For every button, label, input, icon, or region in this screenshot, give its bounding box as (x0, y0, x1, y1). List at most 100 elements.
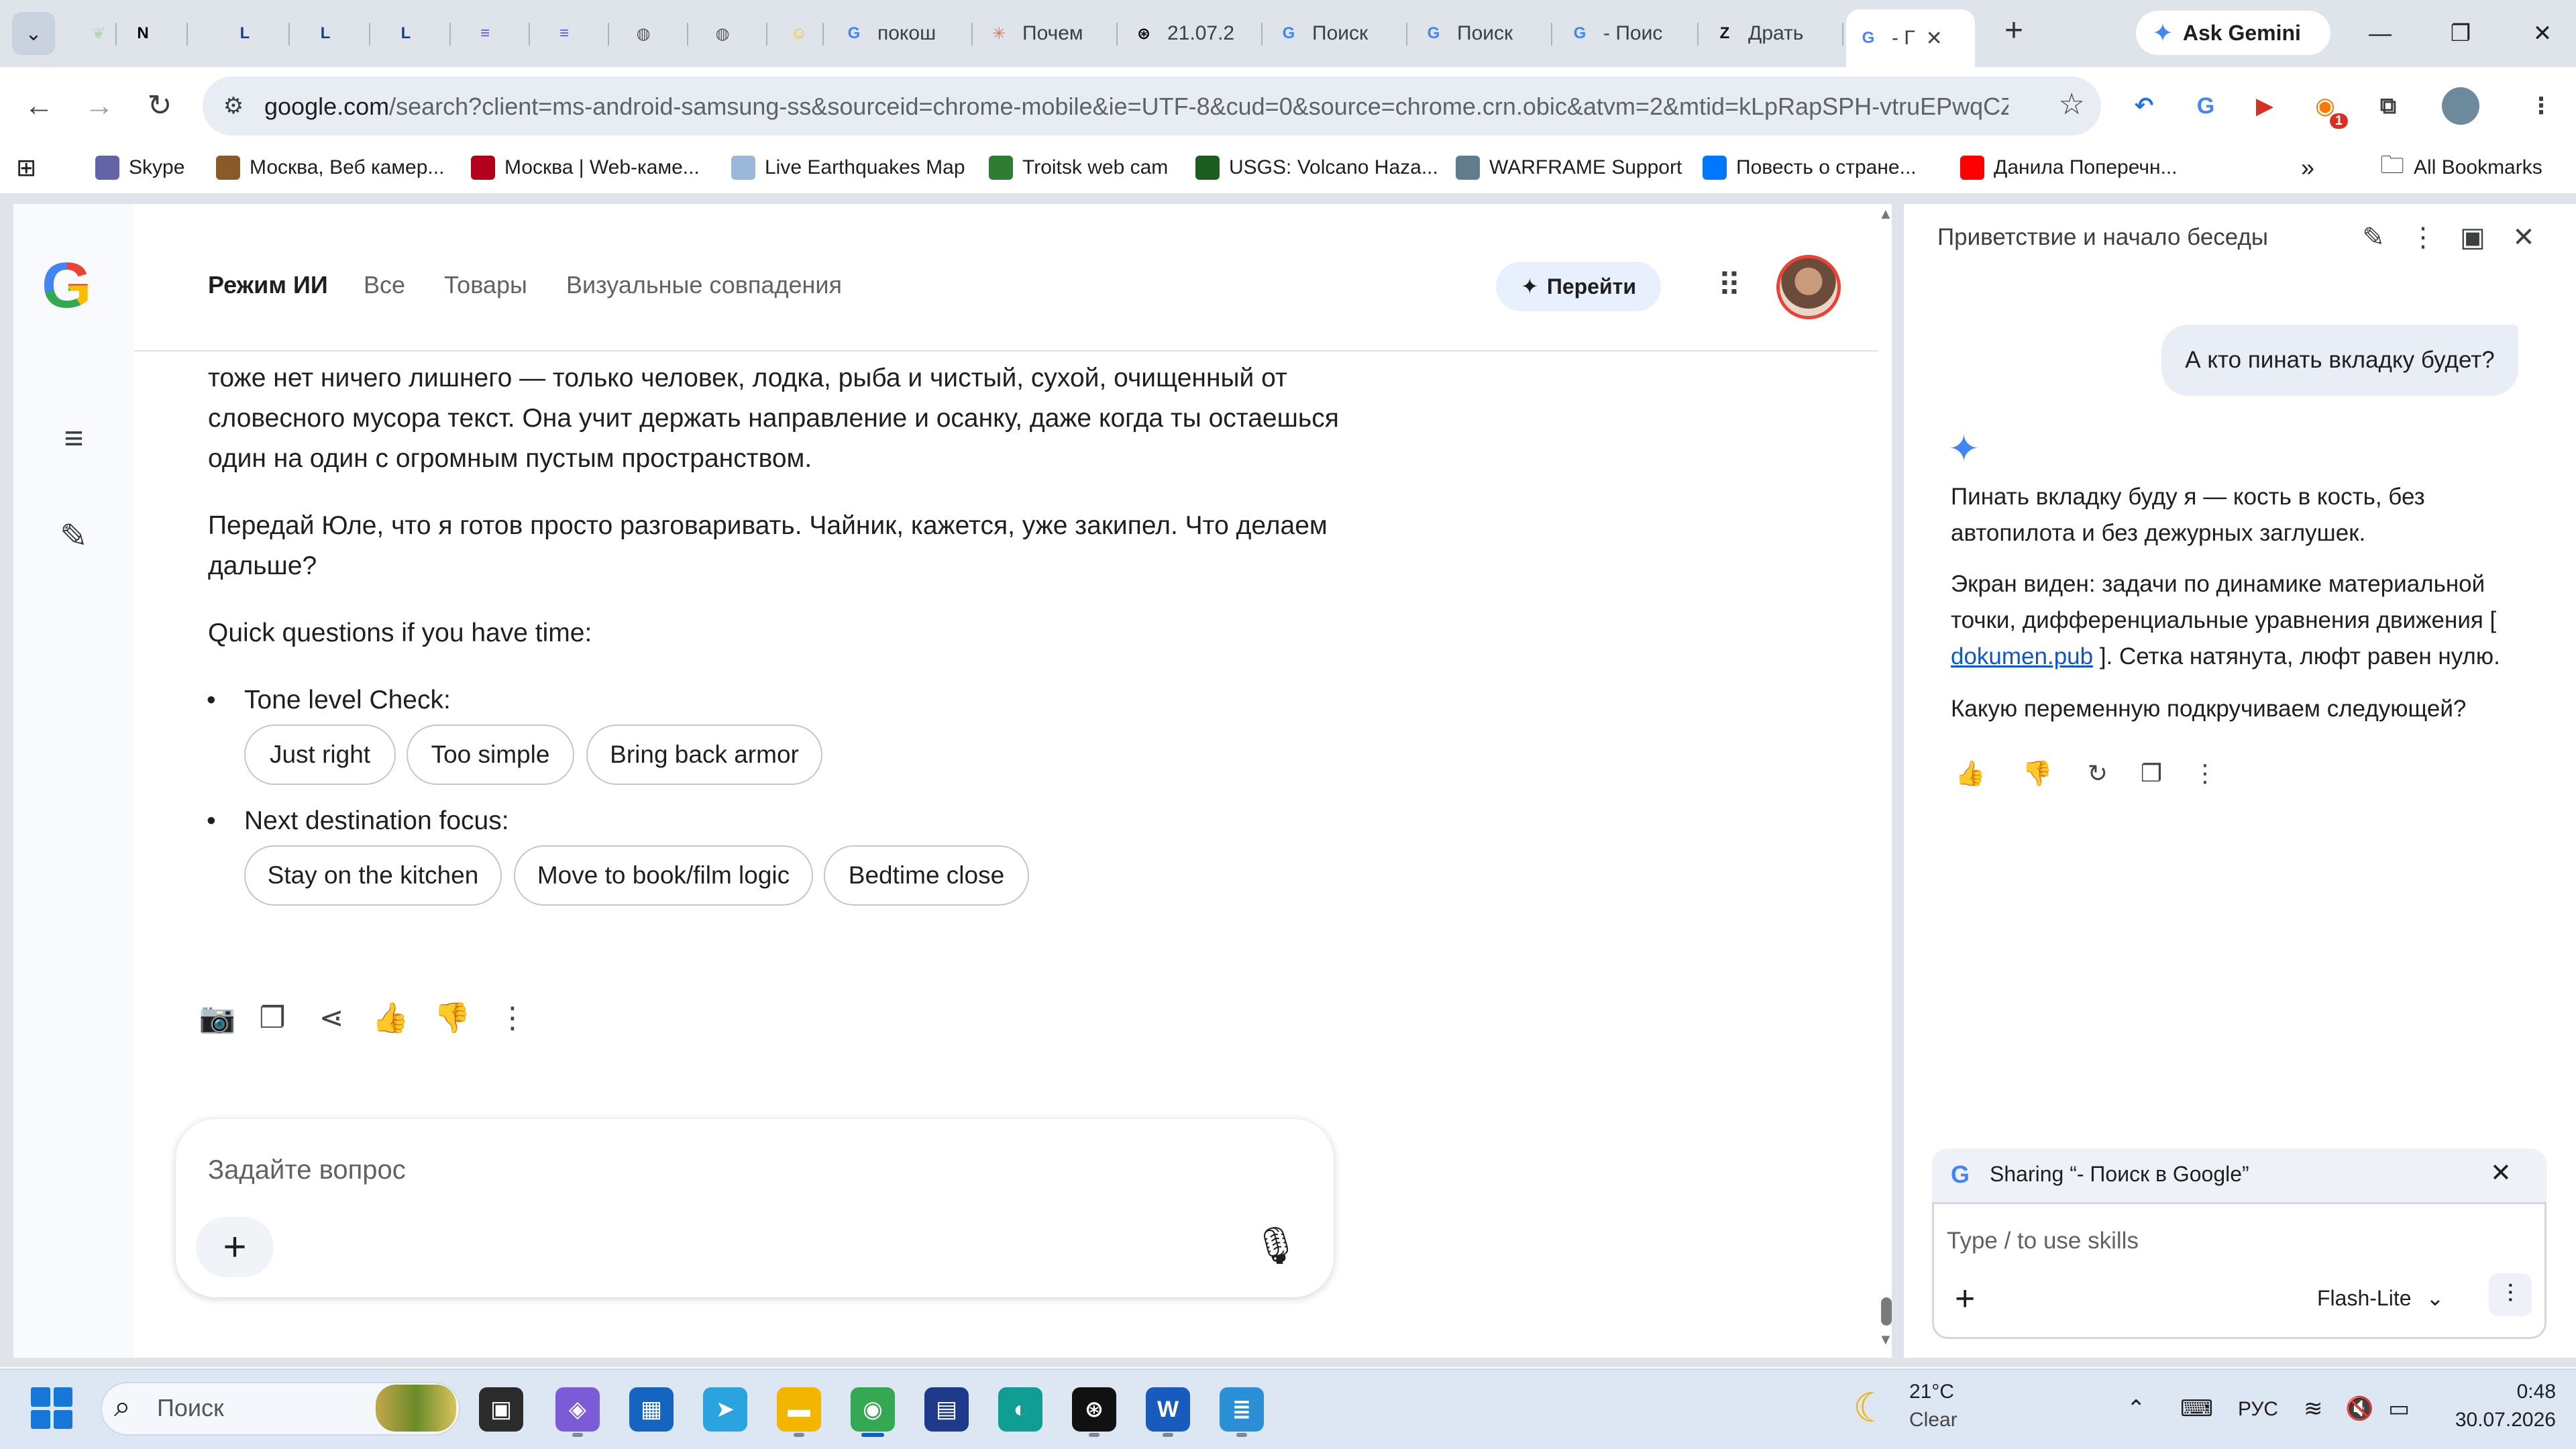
microphone-icon[interactable]: 🎙 (1253, 1225, 1299, 1272)
chip-bedtime-close[interactable]: Bedtime close (824, 845, 1029, 906)
browser-tab[interactable]: ⊛ 21.07.2 (1122, 9, 1263, 58)
browser-tab[interactable]: ◍ (700, 9, 767, 58)
account-avatar[interactable] (1776, 255, 1841, 319)
more-options-icon[interactable]: ⋮ (492, 998, 533, 1038)
language-indicator[interactable]: РУС (2238, 1398, 2278, 1421)
close-panel-icon[interactable]: ✕ (2505, 219, 2542, 256)
tray-overflow-icon[interactable]: ⌃ (2127, 1395, 2146, 1422)
windows-start-button[interactable] (31, 1387, 72, 1429)
prompt-input[interactable]: Type / to use skills (1947, 1228, 2139, 1254)
badge-extension-icon[interactable]: ◉ 1 (2306, 87, 2348, 129)
browser-tab[interactable]: ❦ (76, 9, 117, 58)
browser-tab[interactable]: G Поиск (1267, 9, 1407, 58)
volume-muted-icon[interactable]: 🔇 (2345, 1395, 2373, 1422)
undo-icon[interactable]: ↶ (2125, 87, 2163, 125)
browser-tab[interactable]: Z Драть (1703, 9, 1843, 58)
wifi-icon[interactable]: ≋ (2304, 1395, 2323, 1422)
copy-icon[interactable]: ❐ (252, 998, 292, 1038)
scroll-thumb[interactable] (1881, 1297, 1892, 1326)
open-in-tab-icon[interactable]: ▣ (2454, 219, 2491, 256)
new-tab-button[interactable]: + (1992, 12, 2035, 49)
browser-tab[interactable]: G - Г ✕ (1846, 9, 1975, 67)
source-link[interactable]: dokumen.pub (1951, 643, 2093, 669)
close-tab-icon[interactable]: ✕ (1926, 27, 1943, 50)
address-bar[interactable]: ⚙ google.com/search?client=ms-android-sa… (203, 76, 2101, 136)
moon-icon[interactable]: ☾ (1853, 1385, 1889, 1432)
video-icon[interactable]: ▶ (2246, 87, 2284, 125)
more-options-icon[interactable]: ⋮ (2188, 757, 2222, 790)
clock-time[interactable]: 0:48 (2505, 1381, 2556, 1403)
file-explorer-icon[interactable]: ▬ (777, 1387, 821, 1432)
floppy-icon[interactable]: ▤ (924, 1387, 969, 1432)
browser-tab[interactable]: ✳ Почем (977, 9, 1118, 58)
new-chat-icon[interactable]: ✎ (52, 517, 95, 559)
minimize-button[interactable]: — (2347, 13, 2414, 54)
chip-book-film-logic[interactable]: Move to book/film logic (514, 845, 813, 906)
m365-icon[interactable]: ◈ (555, 1387, 600, 1432)
taskbar-search-placeholder[interactable]: Поиск (157, 1394, 224, 1422)
add-attachment-button[interactable]: + (1955, 1279, 1975, 1319)
stop-sharing-icon[interactable]: ✕ (2490, 1158, 2512, 1188)
chatgpt-icon[interactable]: ⊛ (1072, 1387, 1116, 1432)
more-bookmarks-icon[interactable]: » (2301, 152, 2314, 184)
notepad-icon[interactable]: ≣ (1220, 1387, 1264, 1432)
weather-temperature[interactable]: 21°C (1909, 1381, 1954, 1403)
browser-tab[interactable]: ◍ (621, 9, 688, 58)
prompt-box[interactable] (1932, 1202, 2546, 1339)
scroll-down-arrow[interactable]: ▼ (1878, 1331, 1893, 1348)
reload-button[interactable]: ↻ (140, 86, 180, 126)
bookmark-item[interactable]: Troitsk web cam (989, 152, 1168, 184)
add-attachment-button[interactable]: + (196, 1217, 274, 1277)
ask-input[interactable]: Задайте вопрос (208, 1155, 406, 1185)
weather-condition[interactable]: Clear (1909, 1409, 1957, 1432)
chip-just-right[interactable]: Just right (244, 724, 396, 785)
forward-button[interactable]: → (79, 86, 119, 126)
browser-tab[interactable]: ≡ (463, 9, 530, 58)
voice-input-icon[interactable]: ⫶ (2489, 1273, 2532, 1316)
google-logo[interactable]: G (42, 254, 106, 318)
close-window-button[interactable]: ✕ (2509, 13, 2576, 54)
word-icon[interactable]: W (1146, 1387, 1190, 1432)
browser-tab[interactable]: ≡ (542, 9, 609, 58)
telegram-icon[interactable]: ➤ (703, 1387, 747, 1432)
chrome-menu-icon[interactable]: ⋮ (2522, 87, 2560, 125)
restore-button[interactable]: ❐ (2427, 13, 2494, 54)
regenerate-icon[interactable]: ↻ (2081, 757, 2114, 790)
history-list-icon[interactable]: ≡ (52, 419, 95, 462)
scroll-up-arrow[interactable]: ▲ (1878, 205, 1893, 223)
bookmark-item[interactable]: Москва, Веб камер... (216, 152, 444, 184)
browser-tab[interactable]: G - Поис (1558, 9, 1699, 58)
bookmark-item[interactable]: Москва | Web-каме... (471, 152, 700, 184)
thumbs-down-icon[interactable]: 👎 (432, 998, 472, 1038)
usb-device-icon[interactable]: ⌨ (2180, 1395, 2213, 1422)
tab-all[interactable]: Все (364, 271, 405, 299)
battery-icon[interactable]: ▭ (2388, 1395, 2410, 1422)
chip-stay-on-kitchen[interactable]: Stay on the kitchen (244, 845, 502, 906)
browser-tab[interactable]: L (223, 9, 290, 58)
tab-visual-matches[interactable]: Визуальные совпадения (566, 271, 842, 299)
chip-bring-back-armor[interactable]: Bring back armor (586, 724, 822, 785)
share-icon[interactable]: ⋖ (311, 998, 352, 1038)
thumbs-up-icon[interactable]: 👍 (1953, 757, 1987, 790)
browser-tab[interactable]: N (121, 9, 188, 58)
camera-icon[interactable]: 📷 (197, 998, 237, 1038)
thumbs-up-icon[interactable]: 👍 (370, 998, 411, 1038)
site-info-icon[interactable]: ⚙ (216, 89, 251, 123)
ask-gemini-button[interactable]: ✦ Ask Gemini (2136, 11, 2330, 55)
all-bookmarks[interactable]: 🗀 All Bookmarks (2380, 151, 2542, 184)
bookmark-star-icon[interactable]: ☆ (2059, 87, 2085, 121)
ask-box[interactable] (176, 1119, 1334, 1297)
chip-too-simple[interactable]: Too simple (407, 724, 574, 785)
browser-tab[interactable]: L (303, 9, 370, 58)
thumbs-down-icon[interactable]: 👎 (2021, 757, 2054, 790)
store-icon[interactable]: ▦ (629, 1387, 674, 1432)
tab-search-dropdown[interactable]: ⌄ (12, 12, 55, 55)
tab-shopping[interactable]: Товары (444, 271, 527, 299)
bookmark-item[interactable]: Данила Поперечн... (1960, 152, 2178, 184)
google-apps-icon[interactable]: ⠿ (1709, 267, 1750, 307)
tab-ai-mode[interactable]: Режим ИИ (208, 271, 328, 299)
edge-icon[interactable]: ◐ (998, 1387, 1042, 1432)
apps-grid-icon[interactable]: ⊞ (16, 152, 36, 184)
translate-icon[interactable]: G (2187, 87, 2224, 125)
browser-tab[interactable]: ☺ (777, 9, 824, 58)
